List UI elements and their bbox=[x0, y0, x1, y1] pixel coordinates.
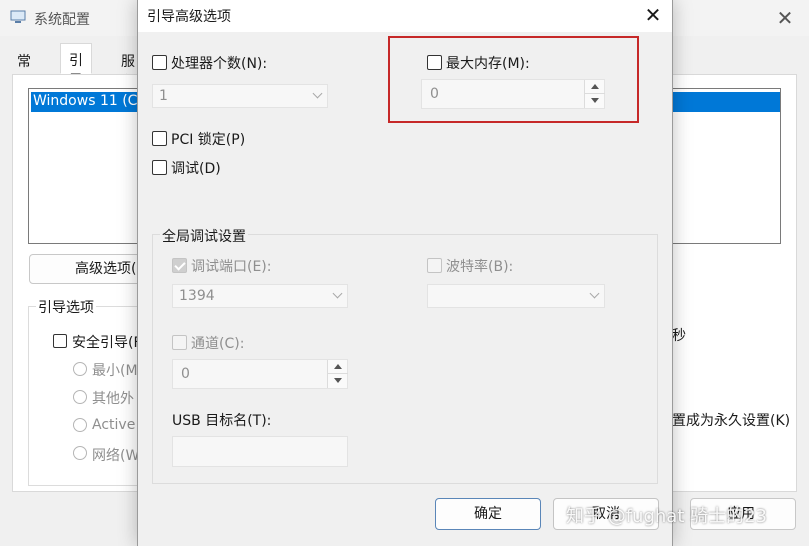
debug-port-value: 1394 bbox=[179, 288, 215, 304]
close-icon[interactable]: ✕ bbox=[770, 4, 800, 32]
radio-ad-repair[interactable] bbox=[73, 418, 87, 432]
max-memory-value: 0 bbox=[430, 86, 439, 102]
pci-lock-label: PCI 锁定(P) bbox=[171, 132, 246, 148]
baud-rate-label: 波特率(B): bbox=[446, 259, 514, 275]
chevron-down-icon bbox=[589, 288, 600, 299]
timeout-seconds-label: 秒 bbox=[672, 328, 686, 344]
pci-lock-checkbox[interactable] bbox=[152, 131, 167, 146]
chevron-down-icon bbox=[332, 288, 343, 299]
radio-minimal[interactable] bbox=[73, 362, 87, 376]
spin-up-button[interactable] bbox=[328, 360, 348, 374]
debug-checkbox[interactable] bbox=[152, 160, 167, 175]
arrow-up-icon bbox=[334, 364, 342, 369]
spin-down-button[interactable] bbox=[328, 374, 348, 388]
debug-port-checkbox[interactable] bbox=[172, 258, 187, 273]
radio-alternate-shell-label: 其他外 bbox=[92, 391, 134, 407]
close-icon[interactable]: ✕ bbox=[638, 2, 668, 30]
num-processors-label: 处理器个数(N): bbox=[171, 56, 268, 72]
arrow-up-icon bbox=[591, 84, 599, 89]
num-processors-value: 1 bbox=[159, 88, 168, 104]
tab-general[interactable]: 常规 bbox=[8, 44, 40, 90]
boot-options-label: 引导选项 bbox=[36, 297, 96, 317]
chevron-down-icon bbox=[312, 88, 323, 99]
ok-button[interactable]: 确定 bbox=[435, 498, 541, 530]
radio-alternate-shell[interactable] bbox=[73, 390, 87, 404]
channel-value: 0 bbox=[181, 366, 190, 382]
baud-rate-checkbox[interactable] bbox=[427, 258, 442, 273]
debug-label: 调试(D) bbox=[171, 161, 221, 177]
channel-checkbox[interactable] bbox=[172, 335, 187, 350]
arrow-down-icon bbox=[334, 378, 342, 383]
usb-target-label: USB 目标名(T): bbox=[172, 413, 272, 429]
max-memory-checkbox[interactable] bbox=[427, 55, 442, 70]
advanced-options-button[interactable]: 高级选项( bbox=[29, 254, 149, 284]
channel-label: 通道(C): bbox=[191, 336, 245, 352]
spin-up-button[interactable] bbox=[585, 80, 605, 94]
debug-port-label: 调试端口(E): bbox=[191, 259, 272, 275]
channel-spinbox[interactable]: 0 bbox=[172, 359, 348, 389]
tab-boot[interactable]: 引导 bbox=[60, 43, 92, 89]
radio-network-label: 网络(W bbox=[92, 448, 140, 464]
global-debug-settings-label: 全局调试设置 bbox=[160, 226, 248, 246]
channel-spin-buttons bbox=[327, 360, 348, 388]
radio-network[interactable] bbox=[73, 446, 87, 460]
num-processors-select[interactable]: 1 bbox=[152, 84, 328, 108]
max-memory-spin-buttons bbox=[584, 80, 605, 108]
usb-target-input[interactable] bbox=[172, 436, 348, 467]
safe-boot-label: 安全引导(F bbox=[72, 335, 142, 351]
radio-minimal-label: 最小(M bbox=[92, 363, 138, 379]
dialog-title-bar: 引导高级选项 ✕ bbox=[138, 0, 672, 32]
app-icon bbox=[10, 10, 26, 23]
safe-boot-checkbox[interactable] bbox=[53, 334, 67, 348]
baud-rate-select[interactable] bbox=[427, 284, 605, 308]
make-permanent-label: 置成为永久设置(K) bbox=[672, 413, 791, 429]
arrow-down-icon bbox=[591, 98, 599, 103]
max-memory-label: 最大内存(M): bbox=[446, 56, 530, 72]
debug-port-select[interactable]: 1394 bbox=[172, 284, 348, 308]
spin-down-button[interactable] bbox=[585, 94, 605, 108]
watermark: 知乎 @fughat 骑士的23 bbox=[566, 506, 768, 527]
window-title: 系统配置 bbox=[34, 12, 90, 28]
num-processors-checkbox[interactable] bbox=[152, 55, 167, 70]
dialog-title: 引导高级选项 bbox=[147, 9, 231, 25]
max-memory-spinbox[interactable]: 0 bbox=[421, 79, 605, 109]
radio-ad-repair-label: Active bbox=[92, 417, 136, 433]
